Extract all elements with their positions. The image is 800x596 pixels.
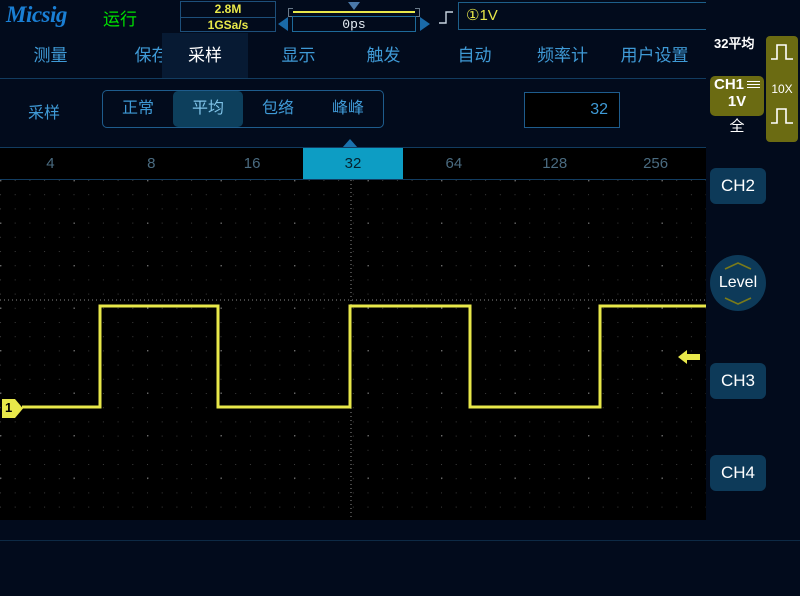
acquire-mode-envelope[interactable]: 包络 [243, 91, 313, 127]
average-status-label: 32平均 [714, 36, 755, 51]
run-status: 运行 [103, 10, 137, 29]
main-menu-bar: 测量 保存 采样 显示 触发 自动 频率计 用户设置 [0, 33, 706, 79]
bottom-toolbar: 微调 快速 保存 200us [0, 540, 800, 596]
scale-cell-64[interactable]: 64 [403, 148, 504, 179]
ch1-button[interactable]: CH1 1V [710, 76, 764, 116]
sample-rate-value: 1GSa/s [181, 17, 275, 32]
right-sidebar: 32平均 10X CH1 1V 全 CH2 Level CH3 CH4 [706, 0, 800, 540]
average-count-input[interactable]: 32 [524, 92, 620, 128]
menu-item-measure[interactable]: 测量 [0, 33, 101, 79]
ch1-ground-marker-label: 1 [5, 400, 13, 415]
ch1-probe-ratio: 10X [771, 82, 793, 96]
memory-depth-value: 2.8M [214, 2, 242, 16]
pulse-icon [771, 108, 793, 124]
dc-coupling-icon [747, 81, 760, 88]
horizontal-position-value[interactable]: 0ps [292, 16, 416, 32]
ch4-button[interactable]: CH4 [710, 455, 766, 491]
rising-edge-icon[interactable] [437, 8, 455, 31]
waveform-canvas [0, 180, 706, 520]
trigger-level-label: Level [718, 274, 758, 291]
ch1-probe-panel[interactable]: 10X [766, 36, 798, 142]
menu-item-auto[interactable]: 自动 [424, 33, 525, 79]
scale-cell-16[interactable]: 16 [202, 148, 303, 179]
menu-item-freq-counter[interactable]: 频率计 [512, 33, 613, 79]
memory-trace-line [293, 11, 415, 13]
scale-cell-128[interactable]: 128 [504, 148, 605, 179]
oscilloscope-screen: Micsig 运行 2.8M 1GSa/s 0ps ①1V 测量 保存 采样 显… [0, 0, 800, 596]
square-wave-icon [771, 44, 793, 60]
brand-logo: Micsig [6, 2, 67, 27]
menu-item-user-settings[interactable]: 用户设置 [603, 33, 706, 79]
chevron-up-icon [724, 262, 752, 270]
acquire-mode-segmented: 正常 平均 包络 峰峰 [102, 90, 384, 128]
scale-cell-4[interactable]: 4 [0, 148, 101, 179]
header-bar: Micsig 运行 2.8M 1GSa/s 0ps ①1V [0, 0, 800, 33]
trigger-position-marker-icon [348, 2, 360, 10]
acquire-mode-average[interactable]: 平均 [173, 91, 243, 127]
ch1-volts-div: 1V [727, 93, 747, 110]
waveform-display[interactable] [0, 180, 706, 520]
submenu-label: 采样 [28, 105, 61, 122]
trigger-level-button[interactable]: Level [710, 255, 766, 311]
menu-item-trigger[interactable]: 触发 [333, 33, 434, 79]
memory-info-box[interactable]: 2.8M 1GSa/s [180, 1, 276, 32]
average-count-scale: 4 8 16 32 64 128 256 [0, 147, 706, 180]
scroll-right-icon[interactable] [420, 17, 430, 31]
ch1-bandwidth-label: 全 [729, 118, 745, 135]
ch3-button[interactable]: CH3 [710, 363, 766, 399]
chevron-down-icon [724, 297, 752, 305]
ch1-ground-marker[interactable]: 1 [2, 399, 23, 418]
acquire-mode-normal[interactable]: 正常 [103, 91, 173, 127]
menu-item-acquire[interactable]: 采样 [162, 33, 248, 79]
scale-cell-8[interactable]: 8 [101, 148, 202, 179]
scroll-left-icon[interactable] [278, 17, 288, 31]
acquire-mode-peak[interactable]: 峰峰 [313, 91, 383, 127]
scale-cell-32[interactable]: 32 [302, 148, 404, 179]
ch2-button[interactable]: CH2 [710, 168, 766, 204]
trigger-level-arrow-icon[interactable] [678, 348, 700, 371]
scale-cell-256[interactable]: 256 [605, 148, 706, 179]
